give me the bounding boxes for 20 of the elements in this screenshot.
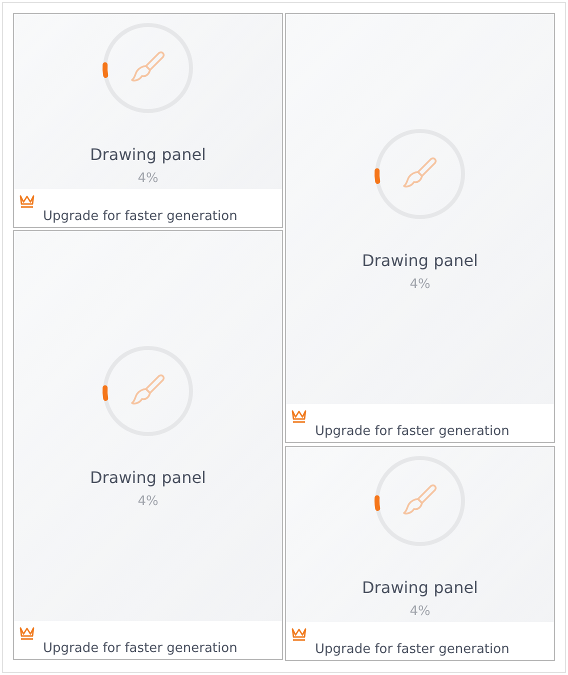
upgrade-link[interactable]: Upgrade for faster generation	[43, 641, 238, 657]
paintbrush-icon	[131, 51, 165, 82]
paintbrush-icon	[403, 484, 437, 514]
progress-percent: 4%	[138, 171, 158, 186]
progress-percent: 4%	[138, 494, 158, 508]
crown-icon	[19, 194, 35, 209]
upgrade-link[interactable]: Upgrade for faster generation	[43, 209, 238, 225]
crown-icon	[19, 626, 35, 641]
paintbrush-icon	[403, 156, 437, 187]
upgrade-link[interactable]: Upgrade for faster generation	[315, 424, 510, 440]
upgrade-link[interactable]: Upgrade for faster generation	[315, 642, 510, 658]
panel-title: Drawing panel	[362, 250, 478, 270]
crown-icon	[291, 409, 307, 424]
progress-percent: 4%	[410, 604, 430, 619]
panel-title: Drawing panel	[90, 468, 206, 486]
progress-percent: 4%	[410, 276, 430, 292]
crown-icon	[291, 627, 307, 642]
panel-title: Drawing panel	[362, 578, 478, 597]
panel-title: Drawing panel	[90, 145, 206, 164]
paintbrush-icon	[131, 374, 165, 404]
